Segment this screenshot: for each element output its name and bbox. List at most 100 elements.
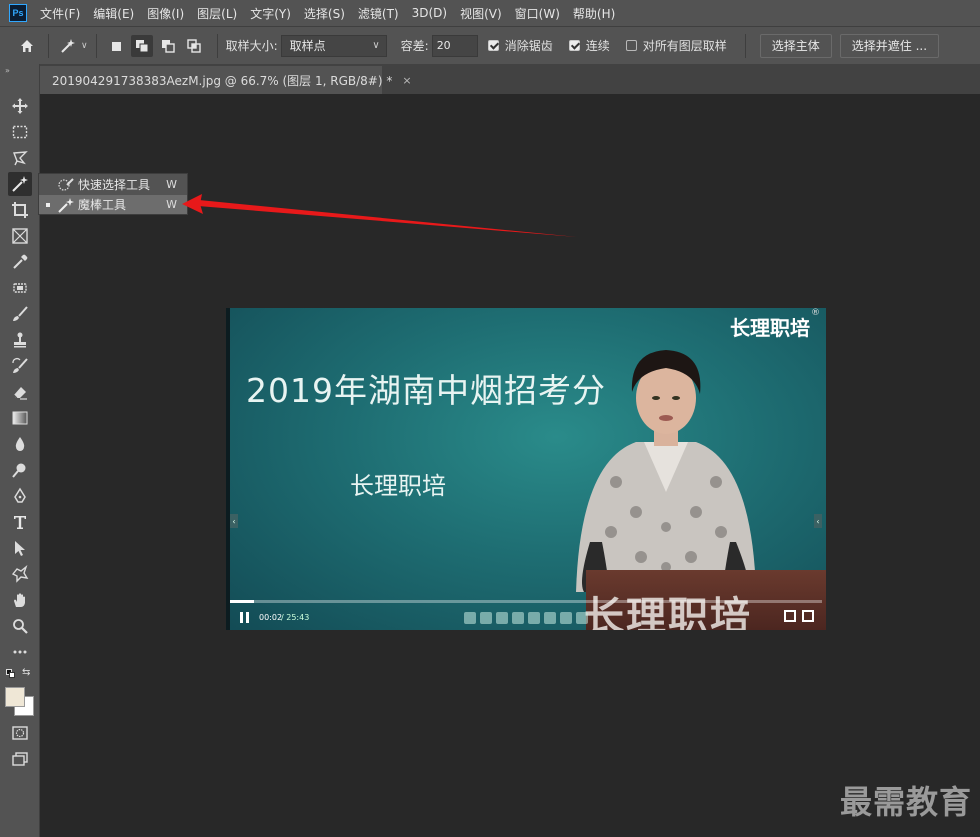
photoshop-logo-icon: Ps bbox=[9, 4, 27, 22]
video-logo-text: 长理职培 bbox=[730, 316, 810, 340]
type-tool-icon[interactable] bbox=[8, 510, 32, 534]
video-right-controls bbox=[784, 610, 816, 624]
spot-healing-brush-icon[interactable] bbox=[8, 276, 32, 300]
more-tools-icon[interactable] bbox=[8, 640, 32, 664]
magic-wand-icon bbox=[57, 197, 75, 213]
pen-tool-icon[interactable] bbox=[8, 484, 32, 508]
dodge-tool-icon[interactable] bbox=[8, 458, 32, 482]
preset-chevron-down-icon[interactable]: ∨ bbox=[81, 41, 88, 51]
select-and-mask-button[interactable]: 选择并遮住 ... bbox=[839, 33, 940, 58]
menu-3d[interactable]: 3D(D) bbox=[412, 6, 447, 20]
search-icon[interactable] bbox=[544, 612, 556, 624]
menu-layer[interactable]: 图层(L) bbox=[197, 5, 237, 22]
total-time: / 25:43 bbox=[281, 613, 310, 622]
collapse-panel-icon[interactable]: » bbox=[5, 66, 10, 75]
custom-shape-tool-icon[interactable] bbox=[8, 562, 32, 586]
tolerance-label: 容差: bbox=[400, 39, 429, 53]
foreground-color-swatch[interactable] bbox=[5, 687, 25, 707]
eraser-icon[interactable] bbox=[528, 612, 540, 624]
tool-flyout-menu: 快速选择工具 W 魔棒工具 W bbox=[38, 173, 188, 215]
menu-select[interactable]: 选择(S) bbox=[304, 5, 345, 22]
video-progress-bar[interactable] bbox=[230, 600, 822, 603]
note-icon[interactable] bbox=[560, 612, 572, 624]
video-title-text: 2019年湖南中烟招考分 bbox=[246, 371, 606, 410]
clone-stamp-tool-icon[interactable] bbox=[8, 328, 32, 352]
sample-all-layers-checkbox[interactable]: 对所有图层取样 bbox=[625, 37, 727, 54]
home-icon[interactable] bbox=[16, 35, 38, 57]
document-tab-bar: 201904291738383AezM.jpg @ 66.7% (图层 1, R… bbox=[40, 64, 980, 94]
menu-edit[interactable]: 编辑(E) bbox=[93, 5, 134, 22]
eraser-tool-icon[interactable] bbox=[8, 380, 32, 404]
volume-icon[interactable] bbox=[784, 610, 796, 622]
anti-alias-checkbox[interactable]: 消除锯齿 bbox=[487, 37, 553, 54]
sample-all-layers-label: 对所有图层取样 bbox=[642, 39, 727, 53]
intersect-selection-icon[interactable] bbox=[183, 35, 205, 57]
hand-tool-icon[interactable] bbox=[8, 588, 32, 612]
menu-image[interactable]: 图像(I) bbox=[147, 5, 184, 22]
registered-mark-icon: ® bbox=[811, 308, 820, 318]
swap-colors-icon[interactable]: ⇆ bbox=[22, 667, 30, 678]
menu-filter[interactable]: 滤镜(T) bbox=[358, 5, 399, 22]
default-colors-icon[interactable] bbox=[6, 669, 16, 679]
zoom-tool-icon[interactable] bbox=[8, 614, 32, 638]
add-to-selection-icon[interactable] bbox=[130, 34, 153, 57]
sample-size-select[interactable]: 取样点 ∨ bbox=[280, 34, 387, 57]
subtract-from-selection-icon[interactable] bbox=[157, 35, 179, 57]
menu-file[interactable]: 文件(F) bbox=[40, 5, 80, 22]
pen-icon[interactable] bbox=[512, 612, 524, 624]
history-brush-tool-icon[interactable] bbox=[8, 354, 32, 378]
magic-wand-shortcut: W bbox=[166, 198, 177, 211]
menu-bar: Ps 文件(F) 编辑(E) 图像(I) 图层(L) 文字(Y) 选择(S) 滤… bbox=[0, 0, 980, 26]
sample-size-label: 取样大小: bbox=[225, 39, 278, 53]
quick-selection-shortcut: W bbox=[166, 178, 177, 191]
lasso-tool-icon[interactable] bbox=[8, 146, 32, 170]
blur-tool-icon[interactable] bbox=[8, 432, 32, 456]
checkbox-checked-icon bbox=[568, 40, 580, 51]
qr-code-icon[interactable] bbox=[480, 612, 492, 624]
close-tab-icon[interactable]: × bbox=[402, 74, 411, 87]
rectangular-marquee-tool-icon[interactable] bbox=[8, 120, 32, 144]
quick-selection-tool-label: 快速选择工具 bbox=[78, 178, 151, 192]
pointer-icon[interactable] bbox=[496, 612, 508, 624]
video-right-arrow-icon[interactable]: ‹ bbox=[814, 514, 822, 528]
menu-view[interactable]: 视图(V) bbox=[460, 5, 502, 22]
cloud-icon[interactable] bbox=[464, 612, 476, 624]
selected-indicator bbox=[46, 202, 50, 207]
magic-wand-preset-icon[interactable] bbox=[57, 35, 79, 57]
screen-mode-icon[interactable] bbox=[8, 747, 32, 771]
crop-tool-icon[interactable] bbox=[8, 198, 32, 222]
select-subject-button[interactable]: 选择主体 bbox=[759, 33, 832, 58]
document-image[interactable]: 2019年湖南中烟招考分 长理职培 长理职培 ® 长理职培 ‹ ‹ 00:02 … bbox=[226, 308, 826, 630]
menu-window[interactable]: 窗口(W) bbox=[515, 5, 560, 22]
menu-help[interactable]: 帮助(H) bbox=[573, 5, 615, 22]
video-left-arrow-icon[interactable]: ‹ bbox=[230, 514, 238, 528]
magic-wand-tool-label: 魔棒工具 bbox=[78, 198, 127, 212]
tolerance-input[interactable]: 20 bbox=[431, 34, 478, 57]
document-tab[interactable]: 201904291738383AezM.jpg @ 66.7% (图层 1, R… bbox=[40, 66, 412, 94]
gradient-tool-icon[interactable] bbox=[8, 406, 32, 430]
magic-wand-tool-item[interactable]: 魔棒工具 W bbox=[39, 195, 187, 214]
current-time: 00:02 bbox=[259, 613, 283, 622]
path-selection-tool-icon[interactable] bbox=[8, 536, 32, 560]
anti-alias-label: 消除锯齿 bbox=[504, 39, 553, 53]
contiguous-checkbox[interactable]: 连续 bbox=[568, 37, 610, 54]
eyedropper-tool-icon[interactable] bbox=[8, 250, 32, 274]
brush-tool-icon[interactable] bbox=[8, 302, 32, 326]
checkbox-checked-icon bbox=[487, 40, 499, 51]
pause-icon[interactable] bbox=[240, 612, 250, 623]
quick-selection-tool-item[interactable]: 快速选择工具 W bbox=[39, 175, 187, 194]
screen-icon[interactable] bbox=[576, 612, 588, 624]
chevron-down-icon: ∨ bbox=[372, 39, 380, 51]
options-bar: ∨ 取样大小: 取样点 ∨ 容差: 20 消除锯齿 连续 对所有图层取样 选择主… bbox=[0, 26, 980, 64]
new-selection-icon[interactable] bbox=[105, 35, 127, 57]
presenter-figure bbox=[576, 350, 756, 592]
fullscreen-icon[interactable] bbox=[802, 610, 814, 622]
tools-panel: » ⇆ bbox=[0, 64, 40, 837]
magic-wand-tool-icon[interactable] bbox=[8, 172, 32, 196]
frame-tool-icon[interactable] bbox=[8, 224, 32, 248]
checkbox-unchecked-icon bbox=[625, 40, 637, 51]
quick-mask-icon[interactable] bbox=[8, 721, 32, 745]
move-tool-icon[interactable] bbox=[8, 94, 32, 118]
menu-type[interactable]: 文字(Y) bbox=[250, 5, 291, 22]
document-tab-title: 201904291738383AezM.jpg @ 66.7% (图层 1, R… bbox=[52, 73, 393, 88]
